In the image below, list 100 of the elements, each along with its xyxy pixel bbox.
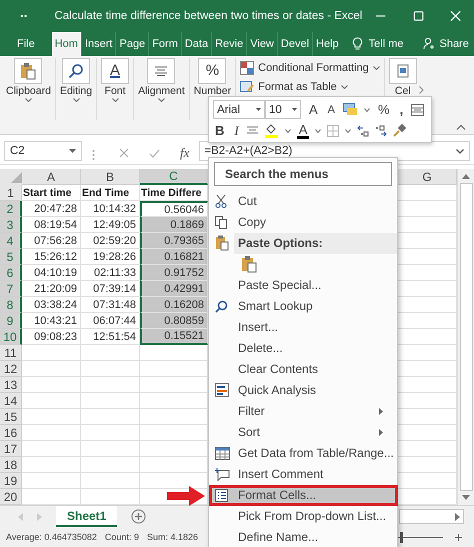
menu-item[interactable]: Smart Lookup <box>234 296 397 317</box>
lightbulb-icon[interactable] <box>352 36 363 51</box>
menu-item[interactable]: Cut <box>234 190 397 212</box>
insert-function-button[interactable]: fx <box>180 145 190 162</box>
ribbon-group-button[interactable] <box>388 58 417 84</box>
row-header[interactable]: 19 <box>0 473 22 490</box>
decimal-arrow-icon[interactable] <box>375 124 388 136</box>
increase-font-button[interactable]: A <box>307 102 320 117</box>
row-header[interactable]: 12 <box>0 361 22 378</box>
conditional-formatting-button[interactable]: Conditional Formatting <box>240 60 380 75</box>
row-header[interactable]: 8 <box>0 297 22 314</box>
menu-item[interactable]: Insert Comment <box>234 464 397 485</box>
font-size-field[interactable]: 10 <box>265 100 301 119</box>
font-color-button[interactable]: A <box>296 122 310 138</box>
collapse-ribbon-icon[interactable] <box>456 124 466 130</box>
menu-item[interactable]: Quick Analysis <box>234 380 397 401</box>
maximize-icon[interactable] <box>412 10 424 22</box>
row-header[interactable]: 15 <box>0 409 22 426</box>
row-header[interactable]: 18 <box>0 457 22 474</box>
format-as-table-button[interactable]: Format as Table <box>240 80 380 93</box>
quick-access-icon[interactable] <box>20 12 28 19</box>
horizontal-scrollbar[interactable] <box>399 509 464 524</box>
window-title: Calculate time difference between two times or dates - Excel <box>54 10 362 22</box>
scroll-up-icon[interactable] <box>462 174 470 180</box>
chevron-icon[interactable] <box>24 98 32 102</box>
row-header[interactable]: 11 <box>0 345 22 362</box>
menu-item[interactable]: Copy <box>234 212 397 233</box>
column-header[interactable]: A <box>22 169 81 186</box>
ribbon-group-button[interactable] <box>14 58 42 84</box>
menu-item[interactable]: Format Cells... <box>209 484 398 506</box>
italic-button[interactable]: I <box>232 122 241 138</box>
column-header[interactable]: B <box>81 169 140 186</box>
row-header[interactable]: 4 <box>0 233 22 250</box>
menu-item[interactable]: Filter <box>234 400 397 422</box>
menu-item[interactable]: Define Name... <box>234 526 397 547</box>
row-header[interactable]: 1 <box>0 185 22 202</box>
row-header[interactable]: 9 <box>0 313 22 330</box>
dropdown-icon[interactable] <box>345 128 352 132</box>
fill-color-icon[interactable] <box>264 123 279 138</box>
ribbon-group-button[interactable] <box>62 58 90 84</box>
format-painter-icon[interactable] <box>393 124 406 137</box>
menu-item[interactable]: Pick From Drop-down List... <box>234 506 400 527</box>
menu-item[interactable]: Get Data from Table/Range... <box>234 442 408 464</box>
sheet-tab[interactable]: Sheet1 <box>56 506 118 528</box>
table-cell <box>81 473 140 490</box>
menu-item[interactable]: Clear Contents <box>234 358 397 380</box>
slider-thumb[interactable] <box>400 532 403 543</box>
row-header[interactable]: 14 <box>0 393 22 410</box>
chevron-icon[interactable] <box>72 98 80 102</box>
menu-item[interactable]: Paste Options: <box>234 232 397 254</box>
close-icon[interactable] <box>450 10 462 22</box>
dropdown-icon[interactable] <box>284 128 291 132</box>
row-header[interactable]: 17 <box>0 441 22 458</box>
dropdown-icon[interactable] <box>315 128 322 132</box>
search-field[interactable]: Search the menus <box>214 162 392 186</box>
menu-item[interactable]: Delete... <box>234 338 397 359</box>
menu-item[interactable]: Paste Special... <box>234 274 397 296</box>
tell-me-field[interactable]: Tell me <box>368 32 404 56</box>
dropdown-icon[interactable] <box>364 108 370 112</box>
row-header[interactable]: 2 <box>0 201 22 218</box>
center-align-icon[interactable] <box>246 126 258 135</box>
comma-style-button[interactable]: , <box>398 102 406 117</box>
ribbon-group-button[interactable] <box>147 58 176 84</box>
name-box[interactable]: C2 <box>4 141 82 162</box>
row-header[interactable]: 3 <box>0 217 22 234</box>
share-button[interactable]: Share <box>423 32 469 56</box>
chevron-icon[interactable] <box>112 98 119 102</box>
font-name-field[interactable]: Arial <box>213 100 265 119</box>
table-cell: 10:43:21 <box>22 313 81 330</box>
menu-item[interactable]: Insert... <box>234 316 397 338</box>
chevron-icon[interactable] <box>158 98 165 102</box>
ribbon-tab[interactable]: File <box>14 32 38 56</box>
table-brush-icon <box>240 80 254 93</box>
decrease-font-button[interactable]: A <box>326 104 338 116</box>
row-header[interactable]: 6 <box>0 265 22 282</box>
ribbon-tab[interactable]: Hom <box>52 32 81 56</box>
scroll-right-icon[interactable] <box>455 512 460 521</box>
column-header[interactable]: G <box>398 169 457 186</box>
menu-item[interactable]: Sort <box>234 422 397 443</box>
ribbon-group-button[interactable]: A <box>101 58 130 84</box>
row-header[interactable]: 10 <box>0 329 22 346</box>
row-header[interactable]: 7 <box>0 281 22 298</box>
add-sheet-icon[interactable] <box>131 509 146 524</box>
row-header[interactable]: 5 <box>0 249 22 266</box>
row-header[interactable]: 20 <box>0 489 22 506</box>
merge-cells-icon[interactable] <box>411 104 424 116</box>
zoom-in-icon[interactable] <box>455 534 462 541</box>
column-header[interactable]: C <box>140 169 208 186</box>
decimal-arrow-icon[interactable] <box>357 124 370 136</box>
vertical-scrollbar[interactable] <box>457 169 474 506</box>
row-header[interactable]: 16 <box>0 425 22 442</box>
accounting-format-icon[interactable] <box>343 103 358 116</box>
scroll-down-icon[interactable] <box>462 495 470 500</box>
row-header[interactable]: 13 <box>0 377 22 394</box>
expand-icon[interactable] <box>456 148 464 154</box>
ribbon-group-button[interactable]: % <box>198 58 226 84</box>
percent-style-button[interactable]: % <box>376 102 392 117</box>
scroll-right-icon[interactable] <box>418 86 424 94</box>
check-icon[interactable] <box>149 148 160 158</box>
bold-button[interactable]: B <box>213 123 226 138</box>
